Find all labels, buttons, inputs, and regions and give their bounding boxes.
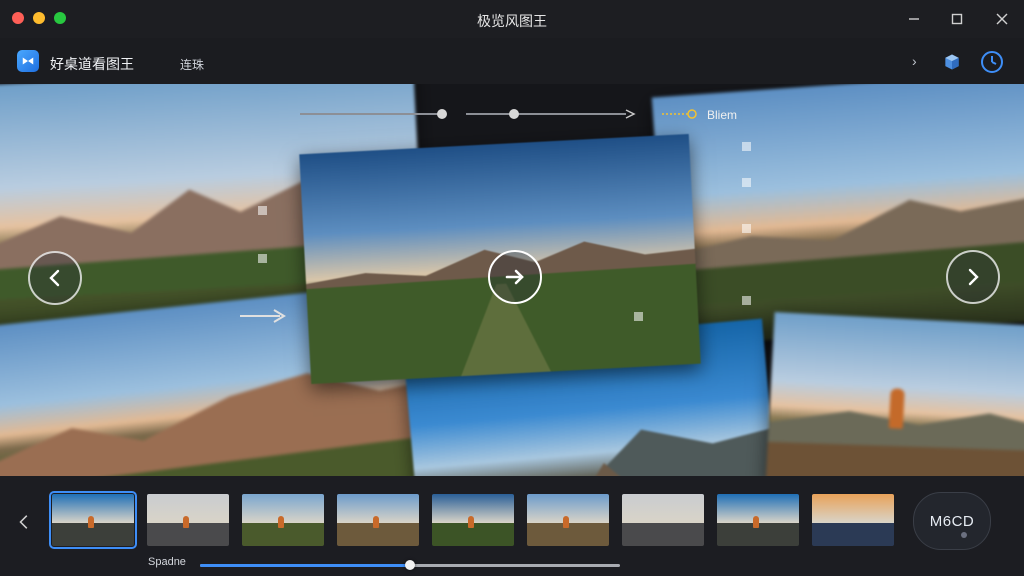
thumbnail-sky (812, 494, 894, 523)
overlay-arrow-icon (240, 309, 286, 323)
thumbnail-ground (812, 522, 894, 546)
thumbnail-person (373, 516, 379, 528)
thumbnail-item[interactable] (242, 494, 324, 546)
overlay-track-left[interactable] (300, 113, 440, 115)
film-mark (258, 206, 267, 215)
film-mark (258, 254, 267, 263)
film-mark (742, 142, 751, 151)
film-mark (634, 312, 643, 321)
app-name: 好桌道看图王 (50, 56, 134, 72)
thumbnail-item[interactable] (432, 494, 514, 546)
thumbnail-person (278, 516, 284, 528)
title-bar: 极览风图王 (0, 0, 1024, 38)
overlay-knob-left[interactable] (437, 109, 447, 119)
window-title: 极览风图王 (477, 13, 547, 29)
mode-indicator-dot (961, 532, 967, 538)
photo-stage: Bliem (0, 84, 1024, 476)
chevron-left-icon (49, 269, 60, 287)
maximize-icon (951, 13, 963, 25)
speed-slider[interactable] (200, 560, 620, 570)
app-logo (17, 50, 39, 72)
thumbnail-item[interactable] (49, 491, 137, 549)
thumbnail-item[interactable] (812, 494, 894, 546)
maximize-button[interactable] (944, 6, 970, 32)
minimize-button[interactable] (901, 6, 927, 32)
overlay-track-right[interactable] (466, 113, 626, 115)
minimize-icon (909, 18, 919, 20)
film-mark (742, 178, 751, 187)
speed-fill (200, 564, 410, 567)
progress-label: 连珠 (180, 58, 205, 72)
previous-photo-button[interactable] (28, 251, 82, 305)
thumbnail-item[interactable] (622, 494, 704, 546)
thumbnail-sky (622, 494, 704, 523)
speed-label: Spadne (148, 556, 186, 568)
thumbnail-item[interactable] (337, 494, 419, 546)
photo-top-right[interactable] (651, 84, 1024, 347)
thumbnail-person (563, 516, 569, 528)
timer-icon (981, 51, 1003, 73)
key-icon (662, 109, 697, 119)
thumbnail-person (753, 516, 759, 528)
thumbnail-item[interactable] (527, 494, 609, 546)
film-mark (742, 296, 751, 305)
thumbnail-person (88, 516, 94, 528)
toolbar-chevron[interactable]: › (912, 53, 917, 69)
close-button[interactable] (989, 6, 1015, 32)
thumbnail-item[interactable] (717, 494, 799, 546)
close-icon (996, 13, 1008, 25)
mode-button[interactable]: M6CD (913, 492, 991, 550)
overlay-knob-right[interactable] (509, 109, 519, 119)
overlay-arrow-icon (625, 109, 636, 119)
cube-icon (945, 54, 959, 70)
thumbnail-item[interactable] (147, 494, 229, 546)
timer-button[interactable] (980, 50, 1004, 74)
thumbnail-ground (622, 522, 704, 546)
toolbar: 好桌道看图王 连珠 › (0, 38, 1024, 108)
chevron-left-icon (19, 515, 28, 529)
next-photo-button[interactable] (946, 250, 1000, 304)
chevron-right-icon (968, 268, 979, 286)
thumbnail-person (468, 516, 474, 528)
butterfly-icon (22, 57, 34, 65)
film-mark (742, 224, 751, 233)
filmstrip-prev-button[interactable] (14, 510, 34, 534)
arrow-right-icon (505, 269, 524, 285)
play-next-button[interactable] (488, 250, 542, 304)
overlay-label: Bliem (707, 108, 738, 122)
thumbnail-person (183, 516, 189, 528)
cube-button[interactable] (940, 50, 964, 74)
speed-knob[interactable] (405, 560, 415, 570)
photo-bottom-right[interactable] (765, 312, 1024, 476)
person-figure (888, 388, 905, 429)
